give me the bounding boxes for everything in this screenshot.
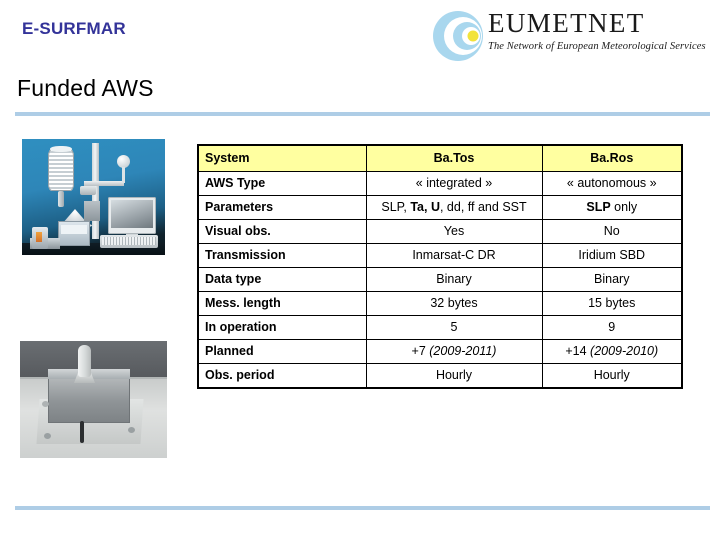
table-row: Parameters SLP, Ta, U, dd, ff and SST SL… [197,195,683,220]
cell-baros-mess-length: 15 bytes [541,291,683,316]
photo-plate-bolt [44,433,51,439]
row-label-data-type: Data type [197,267,367,292]
cell-batos-in-operation: 5 [365,315,543,340]
photo-temp-sensor [58,191,64,207]
planned-baros-count: +14 [565,344,591,358]
cell-baros-data-type: Binary [541,267,683,292]
photo-baros-cable [80,421,84,443]
row-label-in-operation: In operation [197,315,367,340]
planned-batos-years: (2009-2011) [429,344,497,358]
column-header-batos: Ba.Tos [365,144,543,172]
photo-plate-bolt [42,401,49,407]
cell-baros-in-operation: 9 [541,315,683,340]
eumetnet-logo-text: EUMETNET The Network of European Meteoro… [488,8,706,53]
photo-junction-box [84,201,100,221]
table-row: Data type Binary Binary [197,267,683,292]
aws-specification-table: System Ba.Tos Ba.Ros AWS Type « integrat… [197,144,683,389]
cell-batos-aws-type: « integrated » [365,171,543,196]
cell-baros-planned: +14 (2009-2010) [541,339,683,364]
cell-baros-parameters: SLP only [541,195,683,220]
cell-batos-parameters: SLP, Ta, U, dd, ff and SST [365,195,543,220]
title-divider-top [15,112,710,116]
cell-batos-obs-period: Hourly [365,363,543,389]
planned-batos-count: +7 [411,344,430,358]
cell-baros-transmission: Iridium SBD [541,243,683,268]
cell-batos-mess-length: 32 bytes [365,291,543,316]
photo-baros-antenna [78,345,91,377]
table-row: Mess. length 32 bytes 15 bytes [197,291,683,316]
row-label-visual-obs: Visual obs. [197,219,367,244]
cell-baros-visual-obs: No [541,219,683,244]
row-label-aws-type: AWS Type [197,171,367,196]
eumetnet-circle-icon [433,11,483,61]
photo-keyboard-keys [102,237,156,245]
row-label-parameters: Parameters [197,195,367,220]
row-label-transmission: Transmission [197,243,367,268]
row-label-mess-length: Mess. length [197,291,367,316]
table-row: Obs. period Hourly Hourly [197,363,683,389]
table-header-row: System Ba.Tos Ba.Ros [197,144,683,172]
aws-station-photo [22,139,165,255]
table-row: Visual obs. Yes No [197,219,683,244]
param-slp-only-b: only [610,200,638,214]
table-row: Planned +7 (2009-2011) +14 (2009-2010) [197,339,683,364]
cell-batos-transmission: Inmarsat-C DR [365,243,543,268]
photo-sensor-indicator [36,232,42,242]
param-slp: SLP, [381,200,411,214]
param-sst: and SST [477,200,527,214]
column-header-baros: Ba.Ros [541,144,683,172]
photo-arm-collar [80,186,96,195]
param-dd-ff: , dd, ff [439,200,475,214]
eumetnet-logo: EUMETNET The Network of European Meteoro… [432,8,706,64]
photo-plate-bolt [128,427,135,433]
page-title: Funded AWS [17,75,154,101]
column-header-system: System [197,144,367,172]
footer-divider-bottom [15,506,710,510]
cell-baros-obs-period: Hourly [541,363,683,389]
table-row: Transmission Inmarsat-C DR Iridium SBD [197,243,683,268]
eumetnet-wordmark: EUMETNET [488,8,645,38]
cell-batos-visual-obs: Yes [365,219,543,244]
eumetnet-tagline: The Network of European Meteorological S… [488,41,706,52]
brand-title: E-SURFMAR [22,19,126,38]
cell-batos-data-type: Binary [365,267,543,292]
param-ta-u: Ta, U [410,200,440,214]
row-label-planned: Planned [197,339,367,364]
photo-monitor-screen [111,200,153,228]
table-row: In operation 5 9 [197,315,683,340]
photo-shield-cap [50,146,72,152]
param-slp-only-a: SLP [586,200,611,214]
planned-baros-years: (2009-2010) [590,344,659,358]
baros-unit-photo [20,341,167,458]
photo-radiation-shield [48,149,74,191]
cell-baros-aws-type: « autonomous » [541,171,683,196]
table-row: AWS Type « integrated » « autonomous » [197,171,683,196]
slide-canvas: E-SURFMAR EUMETNET The Network of Europe… [0,0,720,540]
row-label-obs-period: Obs. period [197,363,367,389]
photo-logger-display [61,225,87,234]
cell-batos-planned: +7 (2009-2011) [365,339,543,364]
photo-wind-sensor-stem [122,167,125,183]
